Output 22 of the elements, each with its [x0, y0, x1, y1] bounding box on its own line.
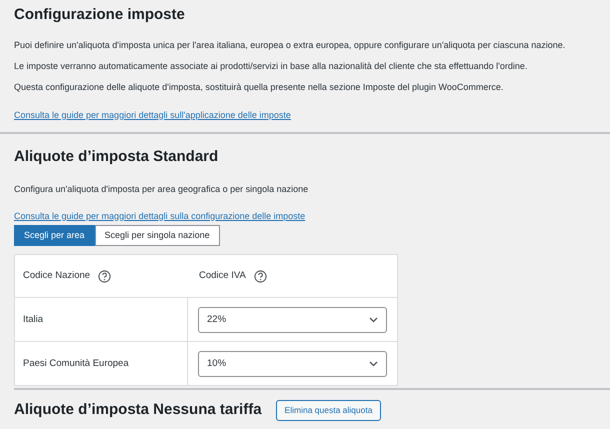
paragraph: Puoi definire un'aliquota d'imposta unica per l'area italiana, europea o extra europea, oppure configurare un'aliquota per ciascuna nazione. — [14, 40, 566, 51]
help-icon[interactable] — [254, 270, 267, 282]
paragraph: Configura un'aliquota d'imposta per area geografica o per singola nazione — [14, 184, 310, 196]
tab[interactable]: Scegli per area — [14, 224, 95, 246]
section-title: Aliquote d’imposta Nessuna tariffa — [14, 400, 262, 420]
rate-select[interactable]: 10% — [198, 350, 387, 376]
column-header: Codice Nazione — [23, 270, 90, 282]
delete-rate-button[interactable]: Elimina questa aliquota — [276, 400, 382, 421]
paragraph: Questa configurazione delle aliquote d'imposta, sostituirà quella presente nella sezione Imposte del plugin WooCommerce. — [14, 82, 504, 94]
section-title: Configurazione imposte — [14, 6, 186, 25]
chevron-icon — [369, 360, 378, 366]
table-cell-text: Italia — [22, 312, 44, 327]
rate-select[interactable]: 22% — [198, 306, 387, 332]
tab[interactable]: Scegli per singola nazione — [94, 224, 220, 246]
section-title: Aliquote d’imposta Standard — [14, 148, 220, 166]
column-header: Codice IVA — [199, 270, 246, 282]
paragraph: Le imposte verranno automaticamente associate ai prodotti/servizi in base alla nazionalità del cliente che sta effettuando l'ordine. — [14, 61, 528, 72]
guide-link[interactable]: Consulta le guide per maggiori dettagli sull'applicazione delle imposte — [14, 110, 291, 120]
help-icon[interactable] — [98, 270, 112, 282]
table-cell-text: Paesi Comunità Europea — [22, 356, 130, 371]
chevron-icon — [369, 316, 378, 322]
guide-link[interactable]: Consulta le guide per maggiori dettagli sulla configurazione delle imposte — [14, 210, 306, 222]
